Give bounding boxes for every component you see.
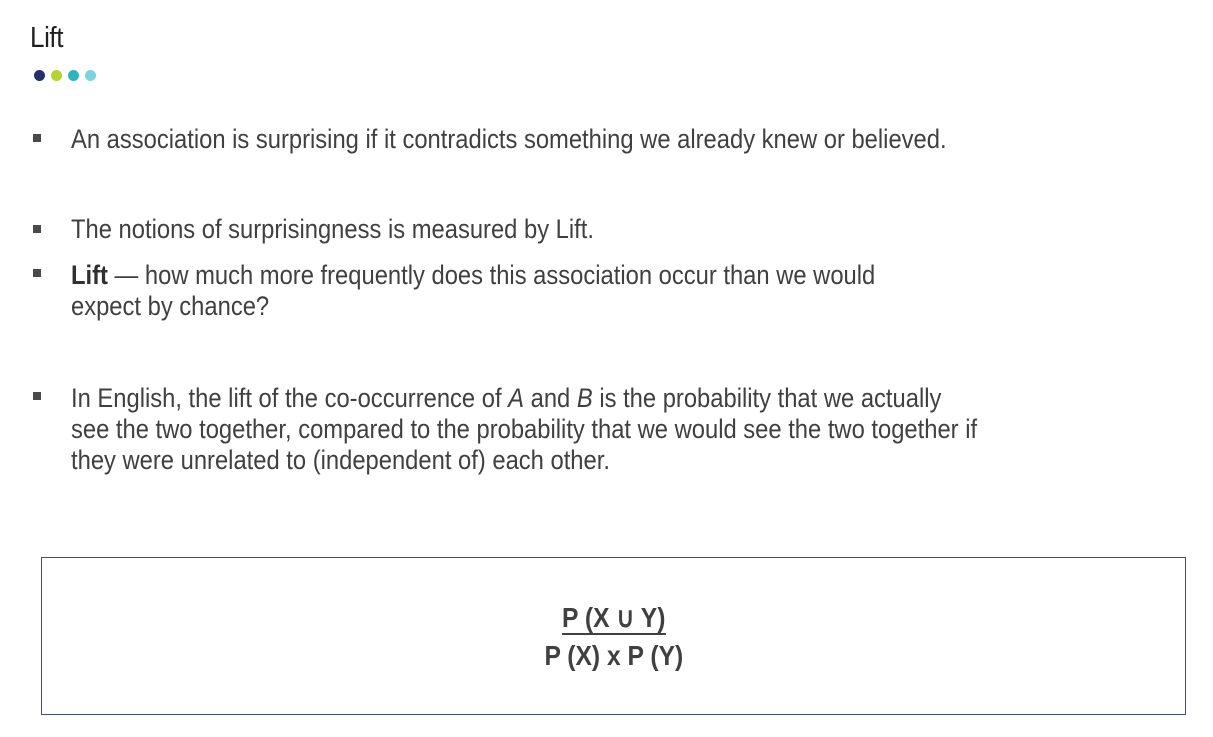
bullet-text: Lift — how much more frequently does thi… [71,260,875,322]
bold-term: Lift [71,260,108,290]
bullet-text-rest: — how much more frequently does this ass… [107,260,876,290]
bullet-text-line3: they were unrelated to (independent of) … [71,445,610,475]
bullet-text: The notions of surprisingness is measure… [71,214,594,244]
denominator-text: P (X) x P (Y) [544,640,683,671]
bullet-text-part: is the probability that we actually [592,383,942,413]
bullet-marker-icon [33,134,41,142]
formula-numerator: P (X ∪ Y) [42,602,1185,635]
variable-b: B [576,383,593,413]
decorative-dots [34,70,96,81]
dot-1 [34,70,45,81]
dot-2 [51,70,62,81]
bullet-marker-icon [33,392,41,400]
bullet-marker-icon [33,225,41,233]
bullet-text-part: and [524,383,577,413]
dot-3 [68,70,79,81]
bullet-text-line2: expect by chance? [71,291,270,321]
formula-box: P (X ∪ Y) P (X) x P (Y) [41,557,1186,715]
numerator-text: P (X ∪ Y) [561,602,666,635]
variable-a: A [508,383,525,413]
dot-4 [85,70,96,81]
bullet-text-part: In English, the lift of the co-occurrenc… [71,383,509,413]
slide-title: Lift [30,22,64,54]
formula-denominator: P (X) x P (Y) [42,640,1185,672]
bullet-text: In English, the lift of the co-occurrenc… [71,383,977,476]
bullet-text-line2: see the two together, compared to the pr… [71,414,978,444]
bullet-marker-icon [33,269,41,277]
bullet-text: An association is surprising if it contr… [71,124,947,154]
